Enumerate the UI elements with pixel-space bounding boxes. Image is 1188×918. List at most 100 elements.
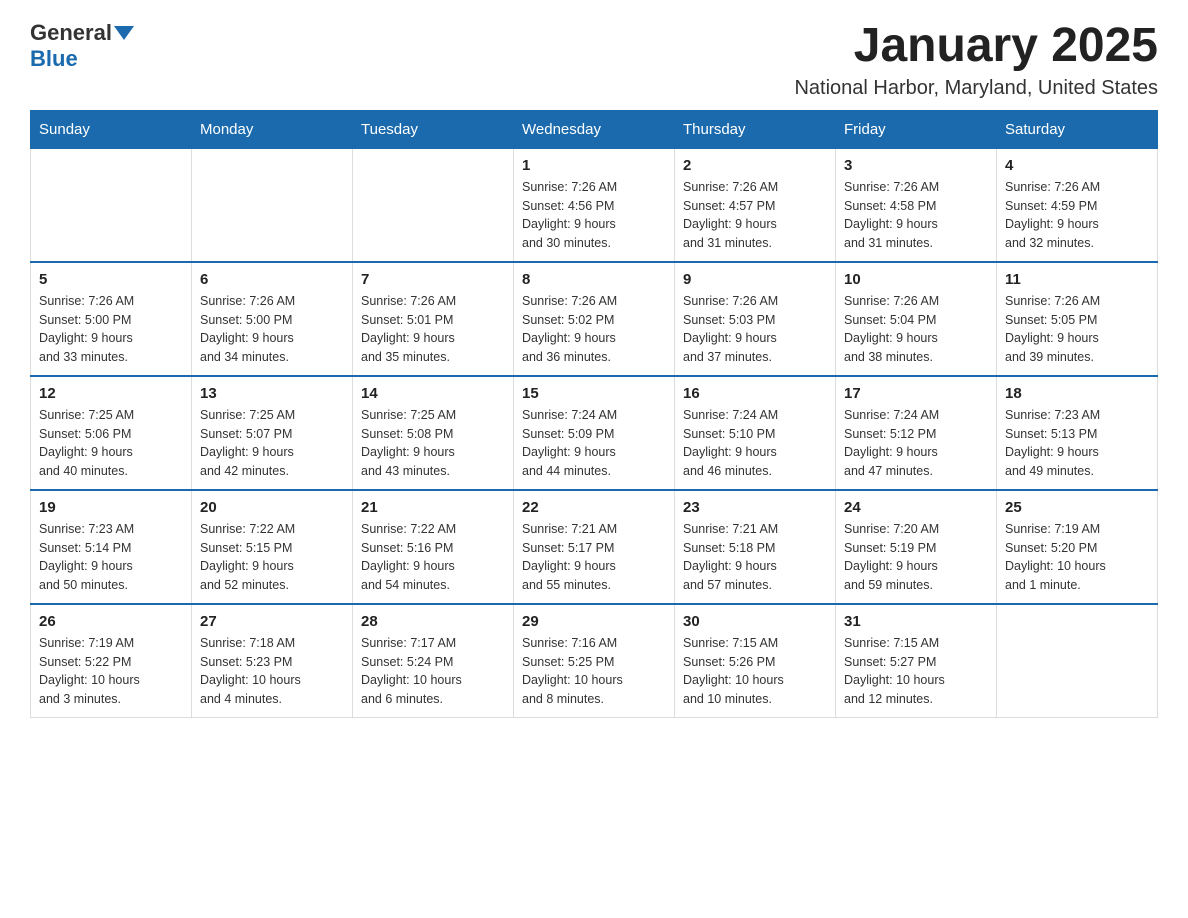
day-info: Sunrise: 7:25 AMSunset: 5:08 PMDaylight:… (361, 406, 505, 481)
day-info: Sunrise: 7:21 AMSunset: 5:17 PMDaylight:… (522, 520, 666, 595)
calendar-cell: 8 Sunrise: 7:26 AMSunset: 5:02 PMDaylight… (514, 262, 675, 376)
calendar-cell (192, 148, 353, 262)
calendar-cell: 10 Sunrise: 7:26 AMSunset: 5:04 PMDayligh… (836, 262, 997, 376)
day-number: 16 (683, 385, 827, 402)
calendar-cell: 25Sunrise: 7:19 AMSunset: 5:20 PMDayligh… (997, 490, 1158, 604)
day-number: 20 (200, 499, 344, 516)
day-info: Sunrise: 7:22 AMSunset: 5:16 PMDaylight:… (361, 520, 505, 595)
calendar-cell: 30Sunrise: 7:15 AMSunset: 5:26 PMDayligh… (675, 604, 836, 718)
day-info: Sunrise: 7:26 AMSunset: 5:04 PMDaylight:… (844, 292, 988, 367)
day-info: Sunrise: 7:18 AMSunset: 5:23 PMDaylight:… (200, 634, 344, 709)
day-number: 1 (522, 157, 666, 174)
day-number: 21 (361, 499, 505, 516)
calendar-cell: 14 Sunrise: 7:25 AMSunset: 5:08 PMDayligh… (353, 376, 514, 490)
day-info: Sunrise: 7:26 AMSunset: 5:00 PMDaylight:… (39, 292, 183, 367)
title-section: January 2025 National Harbor, Maryland, … (794, 20, 1158, 100)
calendar-cell: 6Sunrise: 7:26 AMSunset: 5:00 PMDaylight… (192, 262, 353, 376)
day-number: 14 (361, 385, 505, 402)
day-number: 29 (522, 613, 666, 630)
calendar-week-row: 26Sunrise: 7:19 AMSunset: 5:22 PMDayligh… (31, 604, 1158, 718)
calendar-cell: 18 Sunrise: 7:23 AMSunset: 5:13 PMDayligh… (997, 376, 1158, 490)
calendar-cell: 28 Sunrise: 7:17 AMSunset: 5:24 PMDayligh… (353, 604, 514, 718)
calendar-cell: 2Sunrise: 7:26 AMSunset: 4:57 PMDaylight… (675, 148, 836, 262)
calendar-week-row: 19 Sunrise: 7:23 AMSunset: 5:14 PMDayligh… (31, 490, 1158, 604)
day-info: Sunrise: 7:20 AMSunset: 5:19 PMDaylight:… (844, 520, 988, 595)
day-number: 9 (683, 271, 827, 288)
day-info: Sunrise: 7:26 AMSunset: 5:05 PMDaylight:… (1005, 292, 1149, 367)
weekday-header-tuesday: Tuesday (353, 110, 514, 148)
day-number: 5 (39, 271, 183, 288)
day-info: Sunrise: 7:26 AMSunset: 4:56 PMDaylight:… (522, 178, 666, 253)
weekday-header-row: SundayMondayTuesdayWednesdayThursdayFrid… (31, 110, 1158, 148)
day-info: Sunrise: 7:23 AMSunset: 5:13 PMDaylight:… (1005, 406, 1149, 481)
day-number: 22 (522, 499, 666, 516)
calendar-cell: 27 Sunrise: 7:18 AMSunset: 5:23 PMDayligh… (192, 604, 353, 718)
calendar-cell: 3 Sunrise: 7:26 AMSunset: 4:58 PMDaylight… (836, 148, 997, 262)
day-number: 13 (200, 385, 344, 402)
calendar-cell: 20 Sunrise: 7:22 AMSunset: 5:15 PMDayligh… (192, 490, 353, 604)
calendar-cell: 29 Sunrise: 7:16 AMSunset: 5:25 PMDayligh… (514, 604, 675, 718)
weekday-header-sunday: Sunday (31, 110, 192, 148)
weekday-header-wednesday: Wednesday (514, 110, 675, 148)
day-number: 10 (844, 271, 988, 288)
day-number: 27 (200, 613, 344, 630)
day-info: Sunrise: 7:21 AMSunset: 5:18 PMDaylight:… (683, 520, 827, 595)
calendar-cell: 9Sunrise: 7:26 AMSunset: 5:03 PMDaylight… (675, 262, 836, 376)
page-header: General Blue January 2025 National Harbo… (30, 20, 1158, 100)
day-number: 2 (683, 157, 827, 174)
calendar-cell (31, 148, 192, 262)
day-number: 8 (522, 271, 666, 288)
day-info: Sunrise: 7:23 AMSunset: 5:14 PMDaylight:… (39, 520, 183, 595)
calendar-cell: 5 Sunrise: 7:26 AMSunset: 5:00 PMDaylight… (31, 262, 192, 376)
day-info: Sunrise: 7:16 AMSunset: 5:25 PMDaylight:… (522, 634, 666, 709)
day-number: 3 (844, 157, 988, 174)
calendar-cell: 19 Sunrise: 7:23 AMSunset: 5:14 PMDayligh… (31, 490, 192, 604)
calendar-cell: 31 Sunrise: 7:15 AMSunset: 5:27 PMDayligh… (836, 604, 997, 718)
day-info: Sunrise: 7:22 AMSunset: 5:15 PMDaylight:… (200, 520, 344, 595)
calendar-cell: 16 Sunrise: 7:24 AMSunset: 5:10 PMDayligh… (675, 376, 836, 490)
location-title: National Harbor, Maryland, United States (794, 77, 1158, 100)
logo-arrow-icon (114, 26, 134, 40)
calendar-cell: 15 Sunrise: 7:24 AMSunset: 5:09 PMDayligh… (514, 376, 675, 490)
day-number: 4 (1005, 157, 1149, 174)
day-info: Sunrise: 7:24 AMSunset: 5:09 PMDaylight:… (522, 406, 666, 481)
day-info: Sunrise: 7:26 AMSunset: 4:59 PMDaylight:… (1005, 178, 1149, 253)
calendar-body: 1 Sunrise: 7:26 AMSunset: 4:56 PMDaylight… (31, 148, 1158, 717)
day-info: Sunrise: 7:17 AMSunset: 5:24 PMDaylight:… (361, 634, 505, 709)
calendar-cell: 7Sunrise: 7:26 AMSunset: 5:01 PMDaylight… (353, 262, 514, 376)
day-info: Sunrise: 7:26 AMSunset: 4:58 PMDaylight:… (844, 178, 988, 253)
calendar-table: SundayMondayTuesdayWednesdayThursdayFrid… (30, 110, 1158, 718)
day-number: 24 (844, 499, 988, 516)
day-info: Sunrise: 7:25 AMSunset: 5:07 PMDaylight:… (200, 406, 344, 481)
calendar-cell: 23 Sunrise: 7:21 AMSunset: 5:18 PMDayligh… (675, 490, 836, 604)
day-number: 26 (39, 613, 183, 630)
day-info: Sunrise: 7:26 AMSunset: 5:02 PMDaylight:… (522, 292, 666, 367)
calendar-cell (997, 604, 1158, 718)
weekday-header-friday: Friday (836, 110, 997, 148)
weekday-header-monday: Monday (192, 110, 353, 148)
day-number: 28 (361, 613, 505, 630)
day-number: 23 (683, 499, 827, 516)
calendar-cell: 4 Sunrise: 7:26 AMSunset: 4:59 PMDaylight… (997, 148, 1158, 262)
day-info: Sunrise: 7:24 AMSunset: 5:10 PMDaylight:… (683, 406, 827, 481)
day-info: Sunrise: 7:25 AMSunset: 5:06 PMDaylight:… (39, 406, 183, 481)
day-number: 15 (522, 385, 666, 402)
logo-general-text: General (30, 20, 112, 46)
calendar-header: SundayMondayTuesdayWednesdayThursdayFrid… (31, 110, 1158, 148)
day-number: 19 (39, 499, 183, 516)
day-number: 25 (1005, 499, 1149, 516)
calendar-cell: 17Sunrise: 7:24 AMSunset: 5:12 PMDayligh… (836, 376, 997, 490)
day-info: Sunrise: 7:26 AMSunset: 5:01 PMDaylight:… (361, 292, 505, 367)
logo-blue-text: Blue (30, 46, 78, 72)
calendar-cell: 24 Sunrise: 7:20 AMSunset: 5:19 PMDayligh… (836, 490, 997, 604)
day-number: 30 (683, 613, 827, 630)
day-info: Sunrise: 7:15 AMSunset: 5:27 PMDaylight:… (844, 634, 988, 709)
day-number: 18 (1005, 385, 1149, 402)
calendar-week-row: 1 Sunrise: 7:26 AMSunset: 4:56 PMDaylight… (31, 148, 1158, 262)
weekday-header-saturday: Saturday (997, 110, 1158, 148)
day-number: 31 (844, 613, 988, 630)
weekday-header-thursday: Thursday (675, 110, 836, 148)
calendar-cell (353, 148, 514, 262)
day-info: Sunrise: 7:26 AMSunset: 5:00 PMDaylight:… (200, 292, 344, 367)
calendar-week-row: 12Sunrise: 7:25 AMSunset: 5:06 PMDayligh… (31, 376, 1158, 490)
